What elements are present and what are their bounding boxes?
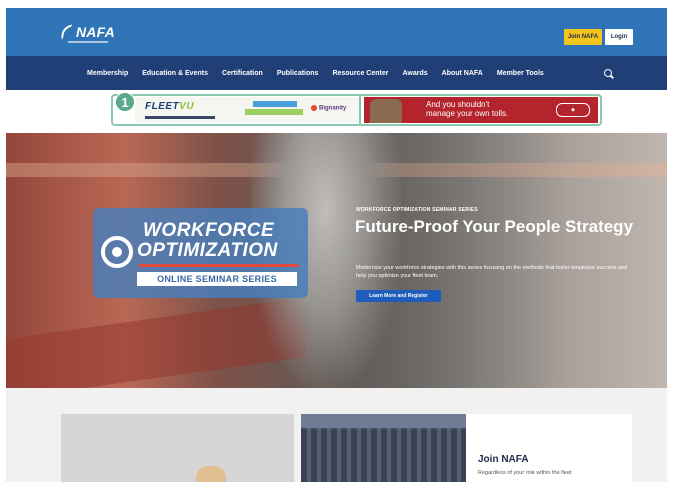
hero-eyebrow: WORKFORCE OPTIMIZATION SEMINAR SERIES	[356, 207, 478, 213]
nafa-logo[interactable]: NAFA	[58, 23, 115, 43]
gear-icon	[101, 236, 133, 268]
site-header: NAFA Join NAFA Login Membership Educatio…	[6, 8, 667, 90]
main-nav: Membership Education & Events Certificat…	[6, 56, 667, 90]
join-nafa-title: Join NAFA	[478, 454, 529, 465]
content-section: Join NAFA Regardless of your role within…	[6, 388, 667, 482]
nav-item-education-events[interactable]: Education & Events	[135, 70, 215, 77]
learn-more-register-button[interactable]: Learn More and Register	[356, 290, 441, 302]
search-icon[interactable]	[604, 69, 612, 77]
ad-highlight-outline	[111, 94, 602, 126]
seminar-title-line1: WORKFORCE	[143, 220, 275, 241]
logo-swoosh-icon	[58, 24, 76, 40]
seminar-divider	[139, 264, 299, 267]
join-nafa-button[interactable]: Join NAFA	[564, 29, 602, 45]
hero-headline: Future-Proof Your People Strategy	[355, 217, 634, 236]
nav-items: Membership Education & Events Certificat…	[80, 56, 551, 90]
page: NAFA Join NAFA Login Membership Educatio…	[0, 0, 673, 482]
feature-image-detail	[196, 466, 226, 482]
nav-item-publications[interactable]: Publications	[270, 70, 326, 77]
logo-text: NAFA	[76, 24, 115, 40]
seminar-title-line2: OPTIMIZATION	[137, 240, 278, 261]
top-bar: NAFA Join NAFA Login	[6, 8, 667, 56]
nav-item-membership[interactable]: Membership	[80, 70, 135, 77]
annotation-badge: 1	[115, 92, 135, 112]
group-photo-card[interactable]	[301, 414, 466, 482]
seminar-subtitle: ONLINE SEMINAR SERIES	[137, 272, 297, 286]
logo-underline	[68, 41, 108, 43]
feature-image-card[interactable]	[61, 414, 294, 482]
nav-item-certification[interactable]: Certification	[215, 70, 270, 77]
nav-item-resource-center[interactable]: Resource Center	[325, 70, 395, 77]
ad-divider	[359, 94, 361, 126]
seminar-badge: WORKFORCE OPTIMIZATION ONLINE SEMINAR SE…	[93, 208, 308, 298]
ad-banner-row: FLEETVU Bignanity And you shouldn't mana…	[6, 90, 667, 128]
hero-banner: WORKFORCE OPTIMIZATION ONLINE SEMINAR SE…	[6, 133, 667, 388]
login-button[interactable]: Login	[605, 29, 633, 45]
hero-body: Modernize your workforce strategies with…	[356, 265, 628, 279]
group-photo-crowd	[301, 428, 466, 482]
join-nafa-card[interactable]: Join NAFA Regardless of your role within…	[466, 414, 632, 482]
nav-item-about-nafa[interactable]: About NAFA	[435, 70, 490, 77]
join-nafa-text: Regardless of your role within the fleet	[478, 470, 572, 476]
nav-item-awards[interactable]: Awards	[395, 70, 434, 77]
nav-item-member-tools[interactable]: Member Tools	[490, 70, 551, 77]
